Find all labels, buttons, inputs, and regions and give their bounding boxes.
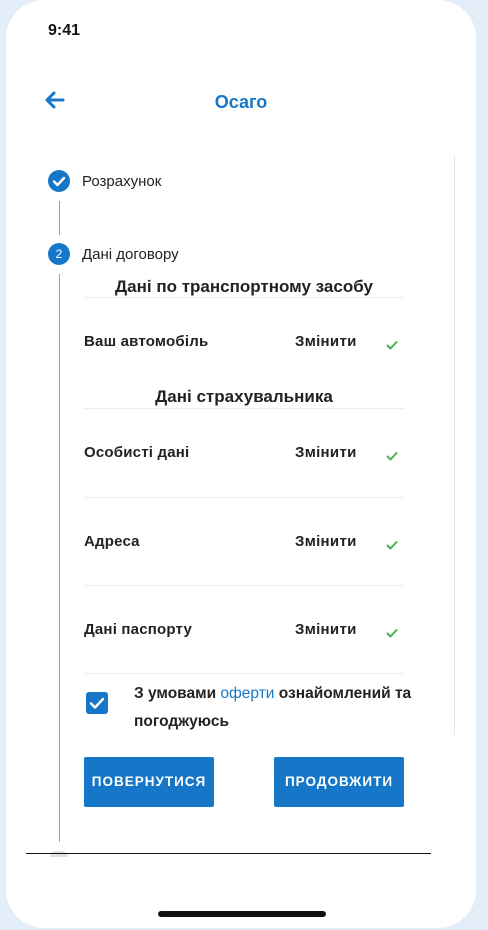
step-2-indicator: 2	[48, 243, 70, 265]
check-circle-icon	[52, 176, 66, 187]
divider	[84, 408, 404, 409]
consent-text: З умовами оферти ознайомлений та погоджу…	[134, 680, 414, 736]
consent-checkbox[interactable]	[86, 692, 108, 714]
checkmark-icon	[89, 697, 105, 709]
divider	[84, 497, 404, 498]
row-label-address: Адреса	[84, 533, 140, 550]
check-icon	[386, 541, 398, 550]
vehicle-section-heading: Дані по транспортному засобу	[115, 277, 373, 296]
next-step-indicator	[50, 851, 68, 857]
row-label-vehicle: Ваш автомобіль	[84, 333, 209, 350]
change-address-button[interactable]: Змінити	[295, 533, 357, 550]
step-1-completed-indicator	[48, 170, 70, 192]
row-label-personal-data: Особисті дані	[84, 444, 190, 461]
step-connector	[59, 274, 60, 842]
step-2-label[interactable]: Дані договору	[82, 246, 179, 263]
insurer-section-heading: Дані страхувальника	[155, 387, 333, 406]
bottom-divider	[26, 853, 431, 854]
phone-screen: 9:41 Осаго Розрахунок 2 Дані договору Да…	[6, 0, 476, 928]
step-1-label[interactable]: Розрахунок	[82, 173, 161, 190]
status-time: 9:41	[48, 22, 81, 39]
change-passport-button[interactable]: Змінити	[295, 621, 357, 638]
page-title: Осаго	[214, 92, 268, 112]
row-label-passport: Дані паспорту	[84, 621, 193, 638]
divider	[84, 585, 404, 586]
check-icon	[386, 341, 398, 350]
back-step-button[interactable]: ПОВЕРНУТИСЯ	[84, 757, 214, 807]
check-icon	[386, 629, 398, 638]
consent-prefix: З умовами	[134, 685, 217, 702]
home-indicator[interactable]	[158, 911, 326, 917]
divider	[84, 673, 404, 674]
check-icon	[386, 452, 398, 461]
change-vehicle-button[interactable]: Змінити	[295, 333, 357, 350]
offer-link[interactable]: оферти	[220, 685, 274, 702]
change-personal-data-button[interactable]: Змінити	[295, 444, 357, 461]
continue-button[interactable]: ПРОДОВЖИТИ	[274, 757, 404, 807]
scroll-track	[454, 155, 455, 735]
divider	[84, 297, 404, 298]
step-connector	[59, 201, 60, 235]
